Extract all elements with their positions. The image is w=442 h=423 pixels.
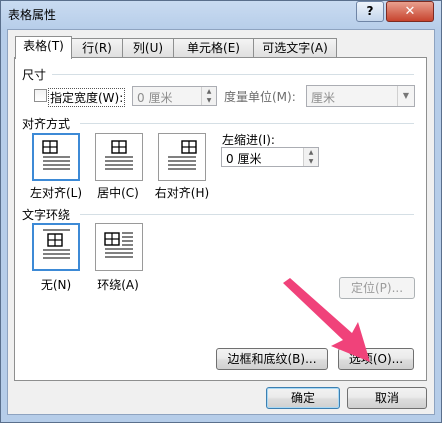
decrement-icon[interactable]: ▼ <box>304 157 318 166</box>
wrapping-group-label: 文字环绕 <box>22 208 71 222</box>
wrapping-group-divider <box>80 214 414 215</box>
positioning-button[interactable]: 定位(P)... <box>339 277 415 299</box>
preferred-width-checkbox[interactable] <box>34 89 47 102</box>
wrap-none-icon <box>43 229 70 259</box>
measure-unit-value: 厘米 <box>311 91 336 105</box>
tab-table[interactable]: 表格(T) <box>15 36 72 59</box>
close-button[interactable]: ✕ <box>386 1 434 22</box>
wrap-around-option[interactable] <box>95 223 143 271</box>
tab-column[interactable]: 列(U) <box>122 38 174 58</box>
tab-cell[interactable]: 单元格(E) <box>173 38 254 58</box>
wrap-around-icon <box>104 232 133 258</box>
wrap-around-label: 环绕(A) <box>97 278 139 292</box>
alignment-group-label: 对齐方式 <box>22 117 71 131</box>
left-indent-value: 0 厘米 <box>226 152 262 166</box>
wrap-none-option[interactable] <box>32 223 80 271</box>
align-center-icon <box>105 140 133 170</box>
left-indent-label: 左缩进(I): <box>222 133 275 147</box>
increment-icon[interactable]: ▲ <box>202 87 216 96</box>
align-center-option[interactable] <box>95 133 143 181</box>
ok-button[interactable]: 确定 <box>266 387 340 409</box>
align-right-option[interactable] <box>158 133 206 181</box>
width-value: 0 厘米 <box>137 91 173 105</box>
wrap-none-label: 无(N) <box>40 278 72 292</box>
align-right-icon <box>168 140 197 170</box>
align-center-label: 居中(C) <box>97 186 139 200</box>
tab-alt-text[interactable]: 可选文字(A) <box>253 38 337 58</box>
alignment-group-divider <box>80 123 414 124</box>
size-group-divider <box>52 74 414 75</box>
align-right-label: 右对齐(H) <box>154 186 210 200</box>
align-left-option[interactable] <box>32 133 80 181</box>
measure-unit-label: 度量单位(M): <box>224 90 296 104</box>
width-stepper-arrows[interactable]: ▲ ▼ <box>201 87 216 105</box>
cancel-button[interactable]: 取消 <box>347 387 427 409</box>
size-group-label: 尺寸 <box>22 68 47 82</box>
chevron-down-icon[interactable]: ▼ <box>397 86 414 106</box>
preferred-width-label: 指定宽度(W): <box>48 88 126 107</box>
dialog-title: 表格属性 <box>8 8 57 22</box>
tab-row[interactable]: 行(R) <box>71 38 123 58</box>
left-indent-stepper-arrows[interactable]: ▲ ▼ <box>303 148 318 166</box>
increment-icon[interactable]: ▲ <box>304 148 318 157</box>
width-stepper[interactable]: 0 厘米 ▲ ▼ <box>132 86 217 106</box>
measure-unit-select[interactable]: 厘米 ▼ <box>306 85 415 107</box>
align-left-label: 左对齐(L) <box>29 186 83 200</box>
decrement-icon[interactable]: ▼ <box>202 96 216 105</box>
left-indent-stepper[interactable]: 0 厘米 ▲ ▼ <box>221 147 319 167</box>
align-left-icon <box>42 140 70 170</box>
help-button[interactable]: ? <box>356 1 384 22</box>
borders-shading-button[interactable]: 边框和底纹(B)... <box>216 348 328 370</box>
options-button[interactable]: 选项(O)... <box>338 348 414 370</box>
